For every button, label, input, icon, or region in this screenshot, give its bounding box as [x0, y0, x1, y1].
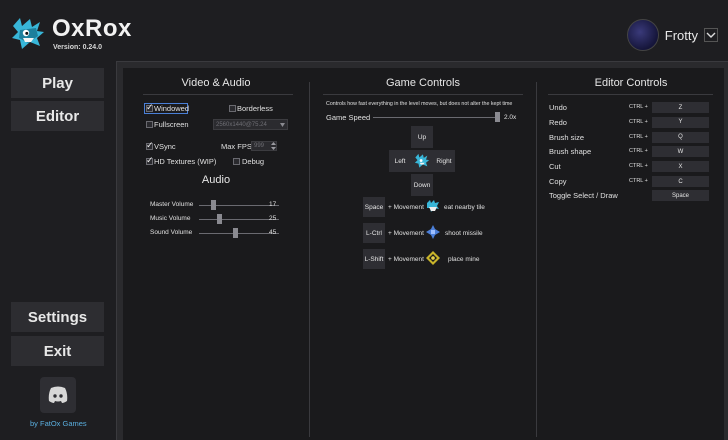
stepper-arrows-icon[interactable] [271, 141, 276, 151]
editor-binding-key[interactable]: C [652, 176, 709, 187]
discord-icon [48, 386, 68, 403]
editor-binding-label: Brush size [549, 132, 585, 142]
editor-binding-label: Undo [549, 103, 567, 112]
right-key: Right [433, 150, 455, 172]
mine-icon [426, 251, 440, 265]
fullscreen-checkbox[interactable] [146, 121, 153, 128]
editor-binding-key[interactable]: X [652, 161, 709, 173]
resolution-value: 2560x1440@75.24 [216, 122, 267, 128]
ctrl-modifier-label: CTRL + [629, 148, 648, 155]
video-audio-title: Video & Audio [181, 77, 251, 89]
editor-binding-label: Cut [549, 162, 561, 172]
credit-link[interactable]: by FatOx Games [30, 419, 87, 428]
borderless-label: Borderless [237, 104, 273, 113]
username[interactable]: Frotty [665, 28, 698, 43]
exit-button[interactable]: Exit [11, 336, 104, 366]
volume-value: 25 [269, 215, 277, 222]
volume-value: 45 [269, 229, 277, 236]
editor-binding-key[interactable]: Q [652, 131, 709, 143]
eat-tile-label: eat nearby tile [444, 204, 485, 211]
place-mine-label: place mine [448, 256, 480, 263]
game-speed-thumb[interactable] [495, 112, 500, 122]
borderless-checkbox[interactable] [229, 105, 236, 112]
volume-value: 17 [269, 201, 277, 208]
audio-title: Audio [201, 174, 231, 186]
player-icon [411, 150, 433, 172]
volume-slider-thumb[interactable] [233, 228, 238, 238]
vsync-label: VSync [154, 142, 176, 151]
volume-slider-track[interactable] [199, 219, 279, 220]
editor-binding-key[interactable]: Y [652, 116, 709, 128]
oxrox-logo-icon [12, 18, 44, 49]
game-speed-value: 2.0x [504, 114, 517, 121]
editor-binding-key[interactable]: Z [652, 102, 709, 113]
lctrl-key: L-Ctrl [363, 223, 385, 243]
hd-textures-label: HD Textures (WIP) [154, 157, 217, 166]
volume-slider-thumb[interactable] [210, 200, 216, 210]
windowed-checkbox[interactable] [146, 102, 154, 113]
app-title: OxRox [52, 15, 132, 42]
vsync-checkbox[interactable] [146, 140, 154, 151]
down-key: Down [411, 174, 433, 196]
debug-label: Debug [242, 157, 265, 166]
resolution-select[interactable]: 2560x1440@75.24 [213, 119, 288, 130]
debug-checkbox[interactable] [233, 158, 240, 165]
toggle-select-draw-label: Toggle Select / Draw [549, 191, 618, 200]
editor-binding-label: Brush shape [549, 147, 592, 157]
max-fps-value: 999 [254, 143, 265, 149]
ctrl-modifier-label: CTRL + [629, 178, 648, 184]
app-window: OxRox Version: 0.24.0 Frotty Play Editor… [0, 0, 728, 440]
play-button[interactable]: Play [11, 68, 104, 98]
section-rule [143, 94, 293, 95]
column-divider [536, 82, 537, 437]
up-key: Up [411, 126, 433, 148]
left-key: Left [389, 150, 411, 172]
movement-label: + Movement [388, 204, 424, 211]
game-speed-track[interactable] [373, 117, 498, 118]
column-divider [309, 82, 310, 437]
section-rule [323, 94, 523, 95]
game-speed-description: Controls how fast everything in the leve… [326, 101, 513, 107]
space-key: Space [363, 197, 385, 217]
volume-label: Sound Volume [150, 229, 193, 236]
eat-icon [427, 200, 439, 212]
editor-binding-label: Copy [549, 177, 567, 186]
max-fps-label: Max FPS [221, 142, 252, 151]
editor-controls-title: Editor Controls [594, 77, 668, 89]
movement-label: + Movement [388, 230, 424, 237]
hd-textures-checkbox[interactable] [146, 155, 154, 166]
volume-slider-thumb[interactable] [217, 214, 222, 224]
ctrl-modifier-label: CTRL + [629, 104, 648, 110]
editor-binding-key[interactable]: W [652, 146, 709, 158]
movement-label: + Movement [388, 256, 424, 263]
settings-panel: Video & Audio Windowed Borderless Fullsc… [116, 61, 728, 440]
dropdown-arrow-icon [280, 123, 285, 127]
editor-button[interactable]: Editor [11, 101, 104, 131]
section-rule [548, 94, 713, 95]
ctrl-modifier-label: CTRL + [629, 118, 648, 125]
ctrl-modifier-label: CTRL + [629, 163, 648, 170]
volume-label: Music Volume [150, 215, 191, 222]
game-speed-label: Game Speed [326, 113, 371, 122]
settings-content: Video & Audio Windowed Borderless Fullsc… [123, 68, 724, 440]
shoot-missile-label: shoot missile [445, 230, 483, 237]
ctrl-modifier-label: CTRL + [629, 133, 648, 140]
user-menu[interactable]: Frotty [626, 19, 718, 51]
game-controls-title: Game Controls [386, 77, 460, 89]
windowed-label: Windowed [154, 104, 190, 113]
avatar[interactable] [626, 19, 659, 51]
editor-binding-label: Redo [549, 117, 567, 127]
version-label: Version: 0.24.0 [53, 44, 103, 51]
missile-icon [426, 225, 440, 239]
fullscreen-label: Fullscreen [154, 120, 189, 129]
lshift-key: L-Shift [363, 249, 385, 269]
chevron-down-icon[interactable] [704, 28, 718, 42]
toggle-select-draw-key[interactable]: Space [652, 190, 709, 201]
volume-slider-track[interactable] [199, 233, 279, 234]
volume-label: Master Volume [150, 201, 194, 208]
discord-button[interactable] [40, 377, 76, 413]
settings-button[interactable]: Settings [11, 302, 104, 332]
